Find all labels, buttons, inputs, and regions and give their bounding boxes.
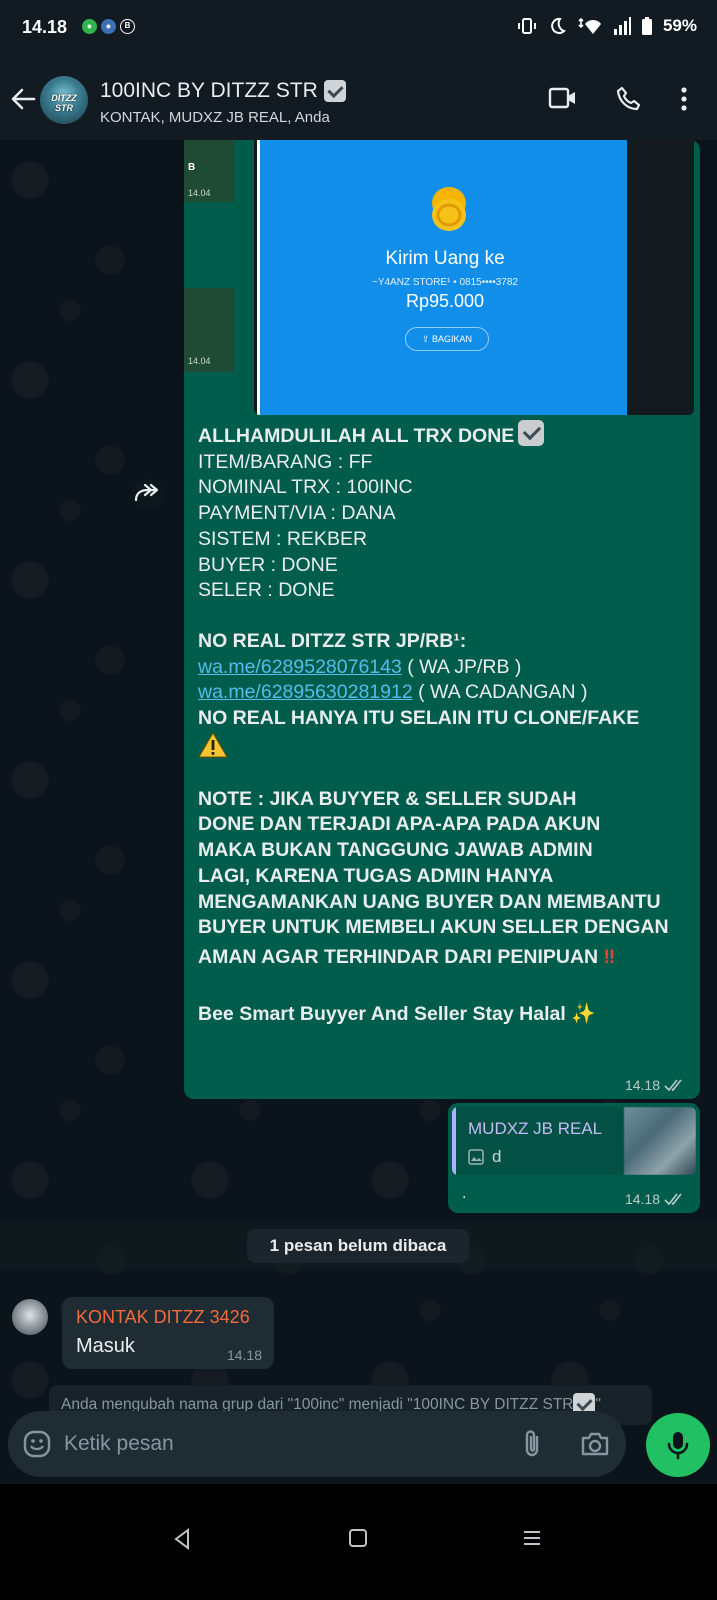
video-call-icon[interactable]: [548, 86, 578, 110]
check-mark-emoji-icon: [518, 420, 545, 446]
note-line: LAGI, KARENA TUGAS ADMIN HANYA: [198, 864, 554, 887]
status-time: 14.18: [22, 17, 68, 37]
forward-arrow-icon: [134, 483, 159, 502]
note-line: MENGAMANKAN UANG BUYER DAN MEMBANTU: [198, 890, 661, 913]
nav-back-icon[interactable]: [173, 1528, 191, 1550]
detail-line: SELER : DONE: [198, 579, 335, 602]
camera-icon[interactable]: [580, 1431, 610, 1457]
detail-line: PAYMENT/VIA : DANA: [198, 502, 396, 525]
read-receipt-icon: [664, 1079, 682, 1092]
battery-icon: [641, 17, 652, 35]
detail-line: ITEM/BARANG : FF: [198, 450, 373, 473]
reply-text: .: [462, 1185, 467, 1202]
group-members[interactable]: KONTAK, MUDXZ JB REAL, Anda: [100, 109, 330, 126]
message-time: 14.18: [625, 1191, 686, 1207]
message-composer: [8, 1411, 626, 1477]
vibrate-icon: [517, 18, 536, 34]
quoted-text: d: [468, 1147, 501, 1167]
wa-link-primary[interactable]: wa.me/6289528076143: [198, 656, 402, 678]
group-avatar[interactable]: DITZZ STR: [40, 76, 88, 124]
wifi-icon: [578, 17, 601, 34]
chat-area[interactable]: Kirim Uang ke ~Y4ANZ STORE¹ • 0815••••37…: [0, 140, 717, 1440]
quoted-image-thumbnail: [624, 1107, 696, 1175]
wa-link-backup[interactable]: wa.me/62895630281912: [198, 681, 413, 703]
message-text: ALLHAMDULILAH ALL TRX DONE ITEM/BARANG :…: [198, 420, 688, 1027]
battery-percent: 59%: [662, 16, 697, 35]
microphone-icon: [667, 1432, 689, 1460]
note-line: AMAN AGAR TERHINDAR DARI PENIPUAN: [198, 945, 599, 968]
quoted-sender: MUDXZ JB REAL: [468, 1119, 603, 1138]
sender-avatar[interactable]: [12, 1299, 48, 1335]
app-notification-icon: ●: [82, 19, 97, 34]
sender-name[interactable]: KONTAK DITZZ 3426: [76, 1307, 250, 1328]
note-line: NOTE : JIKA BUYYER & SELLER SUDAH: [198, 787, 577, 810]
app-notification-icon: B: [120, 19, 135, 34]
message-bubble-outgoing[interactable]: Kirim Uang ke ~Y4ANZ STORE¹ • 0815••••37…: [184, 140, 700, 1099]
image-icon: [468, 1149, 484, 1165]
warning-icon: [198, 731, 228, 758]
clone-warning: NO REAL HANYA ITU SELAIN ITU CLONE/FAKE: [198, 707, 640, 730]
signal-icon: [613, 17, 631, 35]
link-note: ( WA JP/RB ): [401, 655, 522, 678]
group-title[interactable]: 100INC BY DITZZ STR: [100, 79, 346, 103]
message-text: Masuk: [76, 1335, 135, 1357]
forward-button[interactable]: [132, 478, 164, 510]
system-status-icons: 59%: [517, 16, 697, 36]
unread-label: 1 pesan belum dibaca: [247, 1229, 469, 1263]
group-title-text: 100INC BY DITZZ STR: [100, 79, 318, 102]
headline: ALLHAMDULILAH ALL TRX DONE: [198, 420, 688, 450]
sparkles-emoji-icon: ✨: [571, 1002, 596, 1025]
avatar-text: DITZZ STR: [51, 93, 77, 113]
system-navigation-bar: [0, 1484, 717, 1600]
read-receipt-icon: [664, 1193, 682, 1206]
detail-line: NOMINAL TRX : 100INC: [198, 476, 413, 499]
note-line: BUYER UNTUK MEMBELI AKUN SELLER DENGAN: [198, 916, 669, 939]
status-bar: 14.18 ● ● B 59%: [0, 0, 717, 56]
no-real-title: NO REAL DITZZ STR JP/RB¹:: [198, 629, 467, 652]
share-button: ⇪ BAGIKAN: [405, 327, 489, 351]
message-bubble-reply[interactable]: MUDXZ JB REAL d . 14.18: [448, 1103, 700, 1213]
detail-line: SISTEM : REKBER: [198, 527, 368, 550]
transfer-amount: Rp95.000: [405, 291, 485, 311]
coin-icon: [432, 187, 466, 231]
unread-divider: 1 pesan belum dibaca: [0, 1221, 717, 1271]
chat-header: DITZZ STR 100INC BY DITZZ STR KONTAK, MU…: [0, 56, 717, 140]
voice-message-button[interactable]: [646, 1413, 710, 1477]
emoji-icon[interactable]: [22, 1429, 52, 1459]
previous-media-strip: B 14.04 14.04: [184, 140, 234, 380]
more-options-icon[interactable]: [680, 86, 688, 112]
check-mark-emoji-icon: [323, 80, 346, 102]
media-thumbnail[interactable]: 14.04: [184, 288, 234, 372]
dnd-moon-icon: [551, 17, 566, 34]
image-attachment[interactable]: Kirim Uang ke ~Y4ANZ STORE¹ • 0815••••37…: [254, 140, 694, 415]
media-thumbnail[interactable]: B 14.04: [184, 140, 234, 202]
transfer-title: Kirim Uang ke: [385, 248, 505, 269]
detail-line: BUYER : DONE: [198, 553, 338, 576]
app-notification-icon: ●: [101, 19, 116, 34]
note-line: MAKA BUKAN TANGGUNG JAWAB ADMIN: [198, 839, 593, 862]
message-input[interactable]: [64, 1429, 494, 1459]
transfer-recipient: ~Y4ANZ STORE¹ • 0815••••3782: [371, 277, 518, 288]
attachment-icon[interactable]: [520, 1429, 544, 1459]
nav-recents-icon[interactable]: [522, 1528, 542, 1548]
back-arrow-icon[interactable]: [8, 84, 38, 114]
voice-call-icon[interactable]: [616, 86, 642, 112]
nav-home-icon[interactable]: [348, 1528, 368, 1548]
quoted-message[interactable]: MUDXZ JB REAL d: [452, 1107, 696, 1175]
notification-icons: ● ● B: [82, 19, 135, 34]
message-time: 14.18: [226, 1347, 262, 1363]
link-note: ( WA CADANGAN ): [412, 681, 588, 704]
message-bubble-incoming[interactable]: KONTAK DITZZ 3426 Masuk 14.18: [62, 1297, 274, 1369]
closing-line: Bee Smart Buyyer And Seller Stay Halal: [198, 1002, 566, 1025]
payment-screenshot: Kirim Uang ke ~Y4ANZ STORE¹ • 0815••••37…: [257, 140, 627, 415]
message-time: 14.18: [625, 1077, 686, 1093]
double-exclamation-emoji-icon: ‼: [603, 945, 616, 968]
note-line: DONE DAN TERJADI APA-APA PADA AKUN: [198, 813, 601, 836]
